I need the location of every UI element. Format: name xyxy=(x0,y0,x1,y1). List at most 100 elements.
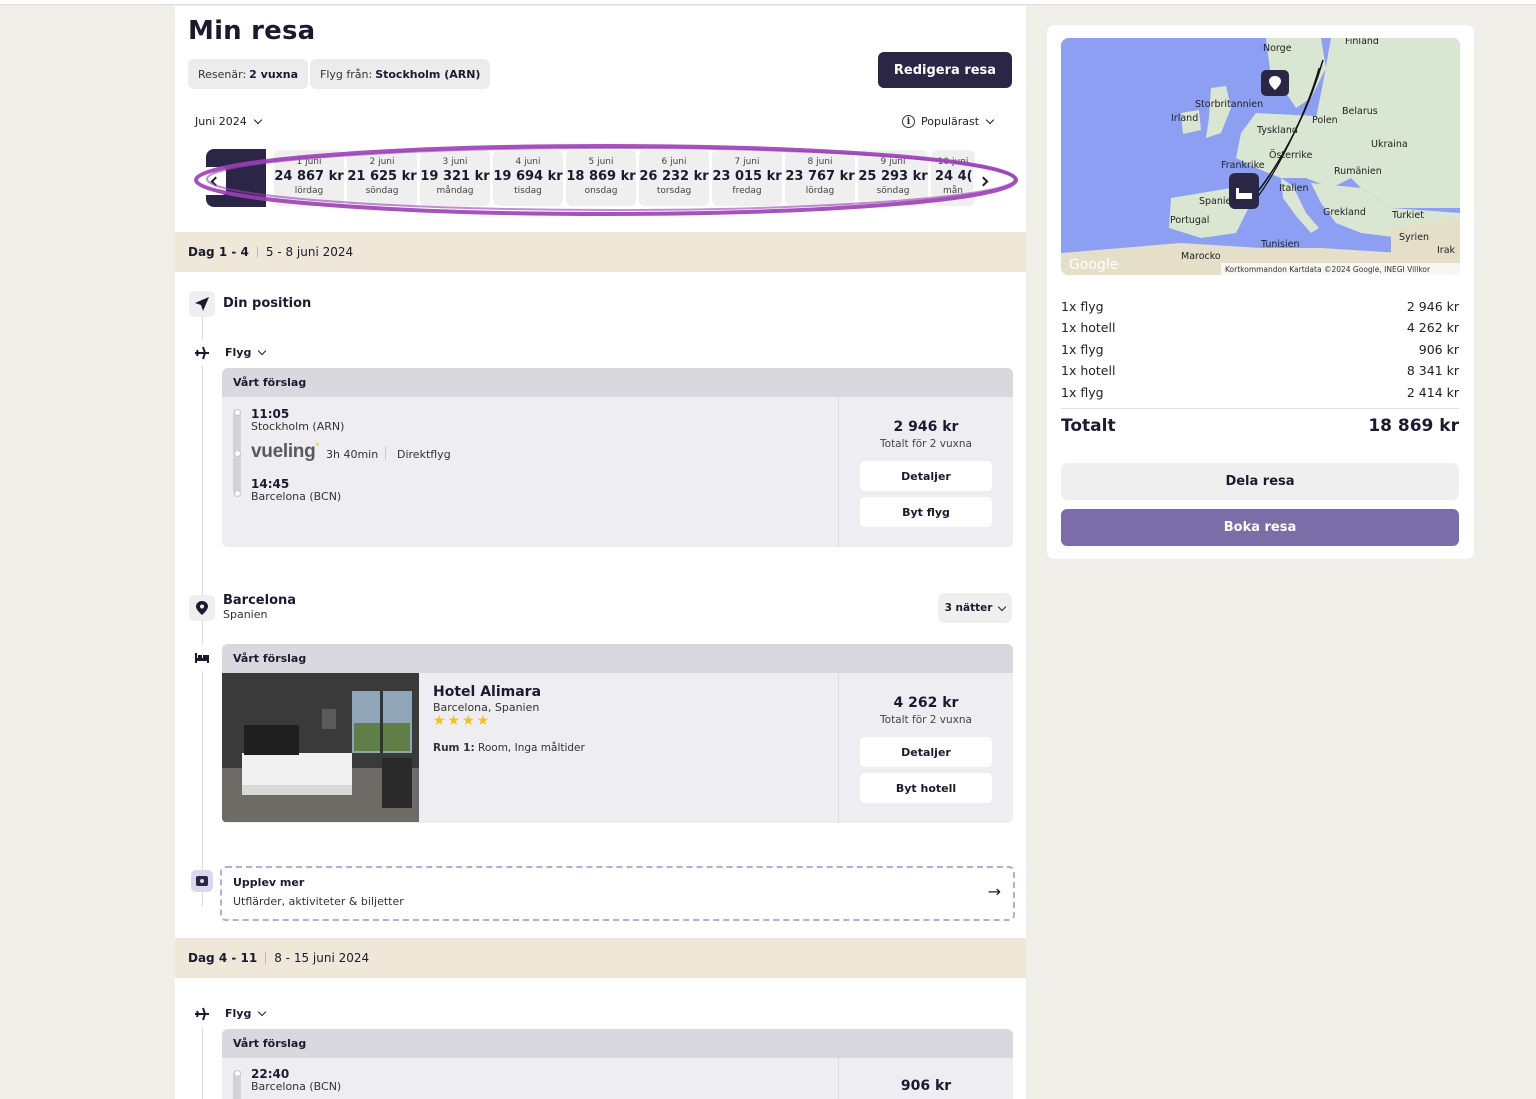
flight-price-block: 906 kr xyxy=(839,1078,1013,1094)
summary-item-value: 4 262 kr xyxy=(1406,320,1459,335)
departure-city: Stockholm (ARN) xyxy=(251,420,345,433)
flight-section-toggle[interactable]: Flyg xyxy=(225,1007,267,1020)
summary-item-label: 1x flyg xyxy=(1061,299,1104,314)
airline-name: vueling xyxy=(251,441,316,462)
book-trip-button[interactable]: Boka resa xyxy=(1061,509,1459,546)
share-trip-button[interactable]: Dela resa xyxy=(1061,463,1459,500)
destination-country: Spanien xyxy=(223,608,268,621)
carousel-next-button[interactable] xyxy=(973,167,997,195)
date-weekday: lördag xyxy=(805,186,835,196)
date-weekday: mån xyxy=(943,186,963,196)
summary-item-label: 1x flyg xyxy=(1061,342,1104,357)
map-label: Portugal xyxy=(1170,215,1209,226)
suggestion-header: Vårt förslag xyxy=(222,1029,1013,1058)
date-card[interactable]: 1 juni 24 867 kr lördag xyxy=(274,150,344,206)
date-price: 19 694 kr xyxy=(493,169,563,184)
map-label: Ukraina xyxy=(1371,139,1408,150)
experiences-title: Upplev mer xyxy=(233,876,305,889)
arrival-time: 14:45 xyxy=(251,477,290,491)
map-label: Turkiet xyxy=(1391,210,1424,221)
day-label: Dag 1 - 4 xyxy=(188,245,249,259)
hotel-details-button[interactable]: Detaljer xyxy=(860,737,992,767)
summary-item-label: 1x hotell xyxy=(1061,363,1116,378)
change-hotel-button[interactable]: Byt hotell xyxy=(860,773,992,803)
map-attribution: Kortkommandon Kartdata ©2024 Google, INE… xyxy=(1225,265,1431,274)
map-label: Tunisien xyxy=(1260,239,1300,250)
map-label: Syrien xyxy=(1399,232,1429,243)
divider xyxy=(1061,408,1459,409)
date-weekday: onsdag xyxy=(584,186,618,196)
flight-details-button[interactable]: Detaljer xyxy=(860,461,992,491)
date-label: 3 juni xyxy=(442,157,468,167)
carousel-prev-button[interactable] xyxy=(202,167,226,195)
day-range: 5 - 8 juni 2024 xyxy=(265,245,354,259)
map-label: Finland xyxy=(1345,38,1379,47)
plane-icon xyxy=(189,340,215,366)
date-card[interactable]: 10 juni 24 4( mån xyxy=(931,150,975,206)
room-info: Rum 1: Room, Inga måltider xyxy=(433,742,585,754)
sort-label: Populärast xyxy=(921,115,980,128)
summary-row: 1x flyg 906 kr xyxy=(1061,342,1459,357)
date-weekday: måndag xyxy=(436,186,474,196)
arrow-right-icon: → xyxy=(987,882,1001,901)
hotel-price-note: Totalt för 2 vuxna xyxy=(880,714,972,726)
chevron-down-icon xyxy=(253,115,262,125)
location-pin-icon xyxy=(189,595,215,621)
flight-section-label: Flyg xyxy=(225,1007,252,1020)
sort-dropdown[interactable]: i Populärast xyxy=(902,115,995,128)
flight-section-toggle[interactable]: Flyg xyxy=(225,346,267,359)
flight-type: Direktflyg xyxy=(397,448,451,461)
page-title: Min resa xyxy=(188,16,316,46)
map-label: Italien xyxy=(1279,183,1309,194)
date-card[interactable]: 5 juni 18 869 kr onsdag xyxy=(566,150,636,206)
nights-dropdown[interactable]: 3 nätter xyxy=(938,593,1012,623)
date-label: 9 juni xyxy=(880,157,906,167)
room-value: Room, Inga måltider xyxy=(478,742,585,754)
day-band: Dag 4 - 11 8 - 15 juni 2024 xyxy=(175,938,1026,978)
flight-price-block: 2 946 kr Totalt för 2 vuxna xyxy=(839,419,1013,450)
month-dropdown[interactable]: Juni 2024 xyxy=(195,115,262,128)
date-weekday: tisdag xyxy=(514,186,542,196)
date-card[interactable]: 3 juni 19 321 kr måndag xyxy=(420,150,490,206)
total-label: Totalt xyxy=(1061,416,1116,436)
date-card[interactable]: 8 juni 23 767 kr lördag xyxy=(785,150,855,206)
edit-trip-button[interactable]: Redigera resa xyxy=(878,52,1012,88)
hotel-photo[interactable] xyxy=(222,673,419,822)
chevron-down-icon xyxy=(258,1007,267,1017)
departure-time: 22:40 xyxy=(251,1067,290,1081)
date-card[interactable]: 9 juni 25 293 kr söndag xyxy=(858,150,928,206)
travelers-chip[interactable]: Resenär: 2 vuxna xyxy=(188,59,309,89)
experiences-link[interactable]: Upplev mer Utflärder, aktiviteter & bilj… xyxy=(220,866,1015,921)
departure-time: 11:05 xyxy=(251,407,290,421)
suggestion-header: Vårt förslag xyxy=(222,368,1013,397)
change-flight-button[interactable]: Byt flyg xyxy=(860,497,992,527)
departure-dot xyxy=(234,1070,241,1077)
info-icon: i xyxy=(902,115,915,128)
flight-section-label: Flyg xyxy=(225,346,252,359)
date-card[interactable]: 4 juni 19 694 kr tisdag xyxy=(493,150,563,206)
star-rating: ★★★★ xyxy=(433,713,492,729)
day-band: Dag 1 - 4 5 - 8 juni 2024 xyxy=(175,232,1026,272)
flight-price: 2 946 kr xyxy=(893,419,959,435)
hotel-name[interactable]: Hotel Alimara xyxy=(433,684,541,700)
date-card[interactable]: 7 juni 23 015 kr fredag xyxy=(712,150,782,206)
date-carousel: 1 juni 24 867 kr lördag 2 juni 21 625 kr… xyxy=(194,144,1018,216)
date-card[interactable]: 6 juni 26 232 kr torsdag xyxy=(639,150,709,206)
ticket-icon xyxy=(191,870,213,892)
flight-card: Vårt förslag 11:05 Stockholm (ARN) vueli… xyxy=(222,368,1013,547)
departure-value: Stockholm (ARN) xyxy=(375,67,481,81)
google-logo: Google xyxy=(1069,257,1118,273)
divider xyxy=(385,446,386,460)
date-card[interactable]: 2 juni 21 625 kr söndag xyxy=(347,150,417,206)
map-label: Frankrike xyxy=(1221,160,1265,171)
date-price: 21 625 kr xyxy=(347,169,417,184)
summary-row: 1x flyg 2 414 kr xyxy=(1061,385,1459,400)
route-map[interactable]: Finland Norge Storbritannien Irland Bela… xyxy=(1061,38,1460,275)
map-label: Österrike xyxy=(1269,150,1312,161)
summary-item-value: 906 kr xyxy=(1418,342,1459,357)
map-label: Grekland xyxy=(1323,207,1366,218)
summary-item-label: 1x flyg xyxy=(1061,385,1104,400)
date-label: 7 juni xyxy=(734,157,760,167)
departure-chip[interactable]: Flyg från: Stockholm (ARN) xyxy=(310,59,491,89)
date-price: 24 867 kr xyxy=(274,169,344,184)
